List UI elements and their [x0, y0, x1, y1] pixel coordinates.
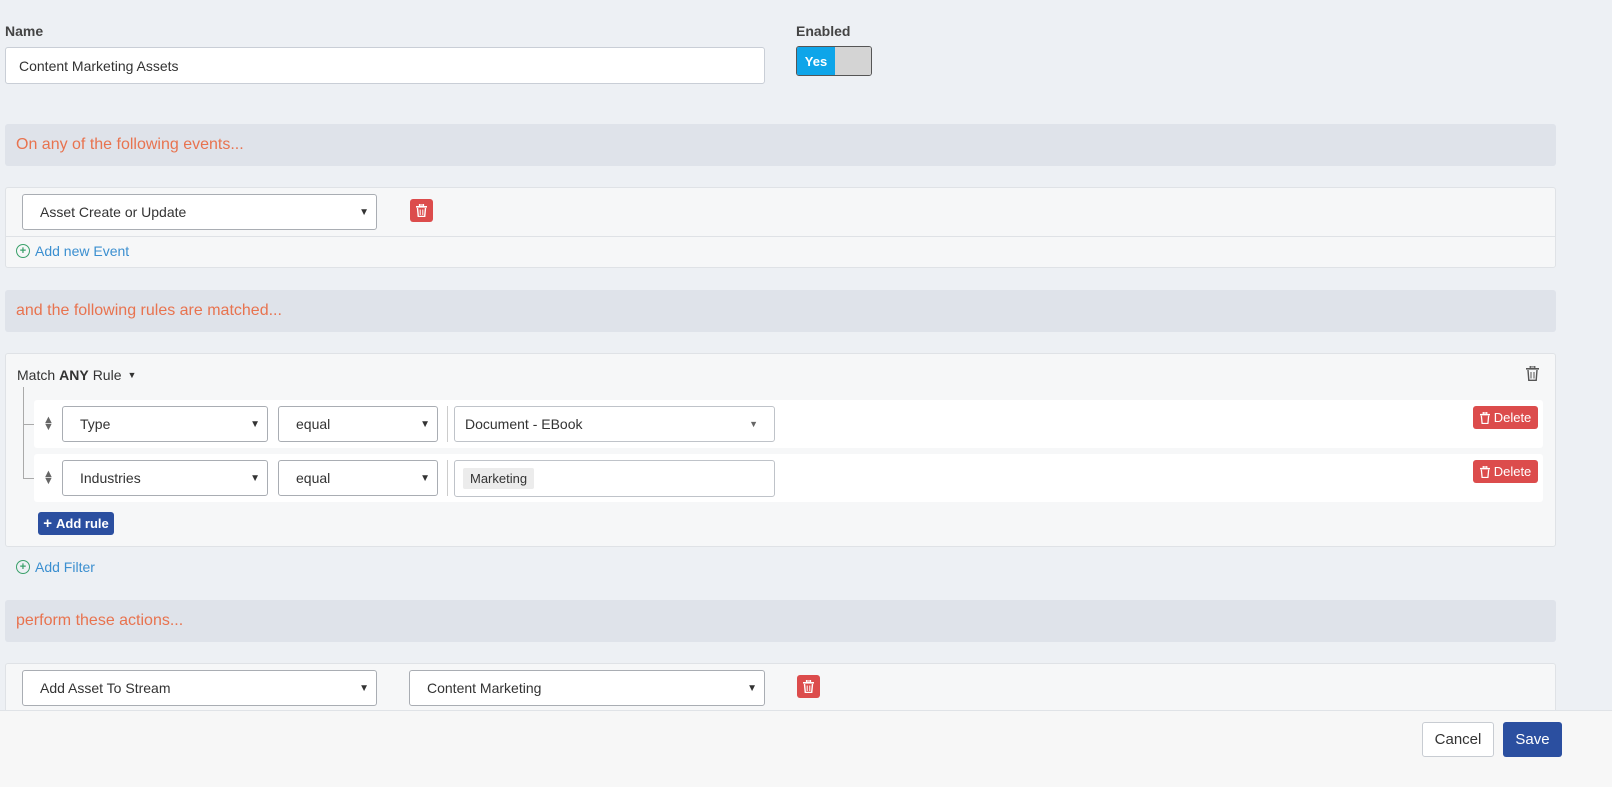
action-target-select[interactable]: Content Marketing ▼ [409, 670, 765, 706]
delete-rule-button[interactable]: Delete [1473, 460, 1538, 483]
rule-field-value: Industries [80, 470, 141, 486]
caret-down-icon: ▼ [749, 419, 758, 429]
rule-operator-value: equal [296, 470, 331, 486]
chevron-down-icon: ▼ [359, 206, 369, 218]
rules-section-header: and the following rules are matched... [5, 290, 1556, 332]
tree-line [23, 387, 24, 479]
rule-field-value: Type [80, 416, 111, 432]
action-value: Add Asset To Stream [40, 680, 171, 696]
toggle-on-label: Yes [797, 47, 835, 75]
events-section-header: On any of the following events... [5, 124, 1556, 166]
drag-handle-icon[interactable]: ▲ ▼ [43, 415, 54, 433]
name-input[interactable]: Content Marketing Assets [5, 47, 765, 84]
match-mode-dropdown[interactable]: Match ANY Rule ▼ [17, 367, 136, 383]
rule-value-tags-input[interactable]: Marketing [454, 460, 775, 497]
delete-action-button[interactable] [797, 675, 820, 698]
chevron-down-icon: ▼ [420, 418, 430, 430]
rule-value: Document - EBook [465, 416, 583, 432]
rule-operator-select[interactable]: equal ▼ [278, 460, 438, 496]
match-suffix: Rule [92, 367, 122, 383]
action-target-value: Content Marketing [427, 680, 542, 696]
plus-icon: + [43, 515, 53, 532]
add-rule-button[interactable]: + Add rule [38, 512, 114, 535]
divider [447, 460, 448, 496]
rule-field-select[interactable]: Type ▼ [62, 406, 268, 442]
tree-branch [23, 478, 34, 479]
add-filter-label: Add Filter [35, 559, 95, 575]
value-tag[interactable]: Marketing [463, 468, 535, 489]
chevron-down-icon: ▼ [250, 472, 260, 484]
match-prefix: Match [17, 367, 56, 383]
plus-circle-icon: + [16, 560, 30, 574]
trash-icon [1526, 365, 1539, 381]
tree-branch [23, 424, 34, 425]
rule-value-select[interactable]: Document - EBook ▼ [454, 406, 775, 442]
add-filter-link[interactable]: + Add Filter [16, 559, 95, 575]
footer-bar [0, 710, 1612, 787]
plus-circle-icon: + [16, 244, 30, 258]
chevron-down-icon: ▼ [420, 472, 430, 484]
enabled-toggle[interactable]: Yes [796, 46, 872, 76]
divider [447, 406, 448, 442]
enabled-label: Enabled [796, 23, 851, 39]
chevron-down-icon: ▼ [250, 418, 260, 430]
toggle-knob [835, 47, 871, 75]
delete-rule-label: Delete [1493, 464, 1532, 479]
rule-field-select[interactable]: Industries ▼ [62, 460, 268, 496]
add-event-label: Add new Event [35, 243, 130, 259]
chevron-down-icon: ▼ [747, 682, 757, 694]
caret-down-icon: ▼ [127, 370, 137, 380]
event-select[interactable]: Asset Create or Update ▼ [22, 194, 377, 230]
rules-panel [5, 353, 1556, 547]
trash-icon [1479, 465, 1490, 478]
rule-operator-value: equal [296, 416, 331, 432]
drag-handle-icon[interactable]: ▲ ▼ [43, 469, 54, 487]
save-button[interactable]: Save [1503, 722, 1562, 757]
event-select-value: Asset Create or Update [40, 204, 187, 220]
chevron-down-icon: ▼ [359, 682, 369, 694]
add-rule-label: Add rule [56, 516, 109, 531]
cancel-button[interactable]: Cancel [1422, 722, 1494, 757]
delete-event-button[interactable] [410, 199, 433, 222]
rule-operator-select[interactable]: equal ▼ [278, 406, 438, 442]
match-mode: ANY [59, 367, 89, 383]
add-event-link[interactable]: + Add new Event [16, 243, 129, 259]
action-select[interactable]: Add Asset To Stream ▼ [22, 670, 377, 706]
delete-group-button[interactable] [1526, 365, 1539, 384]
actions-section-header: perform these actions... [5, 600, 1556, 642]
name-label: Name [5, 23, 44, 39]
trash-icon [416, 204, 427, 217]
trash-icon [1479, 411, 1490, 424]
delete-rule-button[interactable]: Delete [1473, 406, 1538, 429]
trash-icon [803, 680, 814, 693]
delete-rule-label: Delete [1493, 410, 1532, 425]
